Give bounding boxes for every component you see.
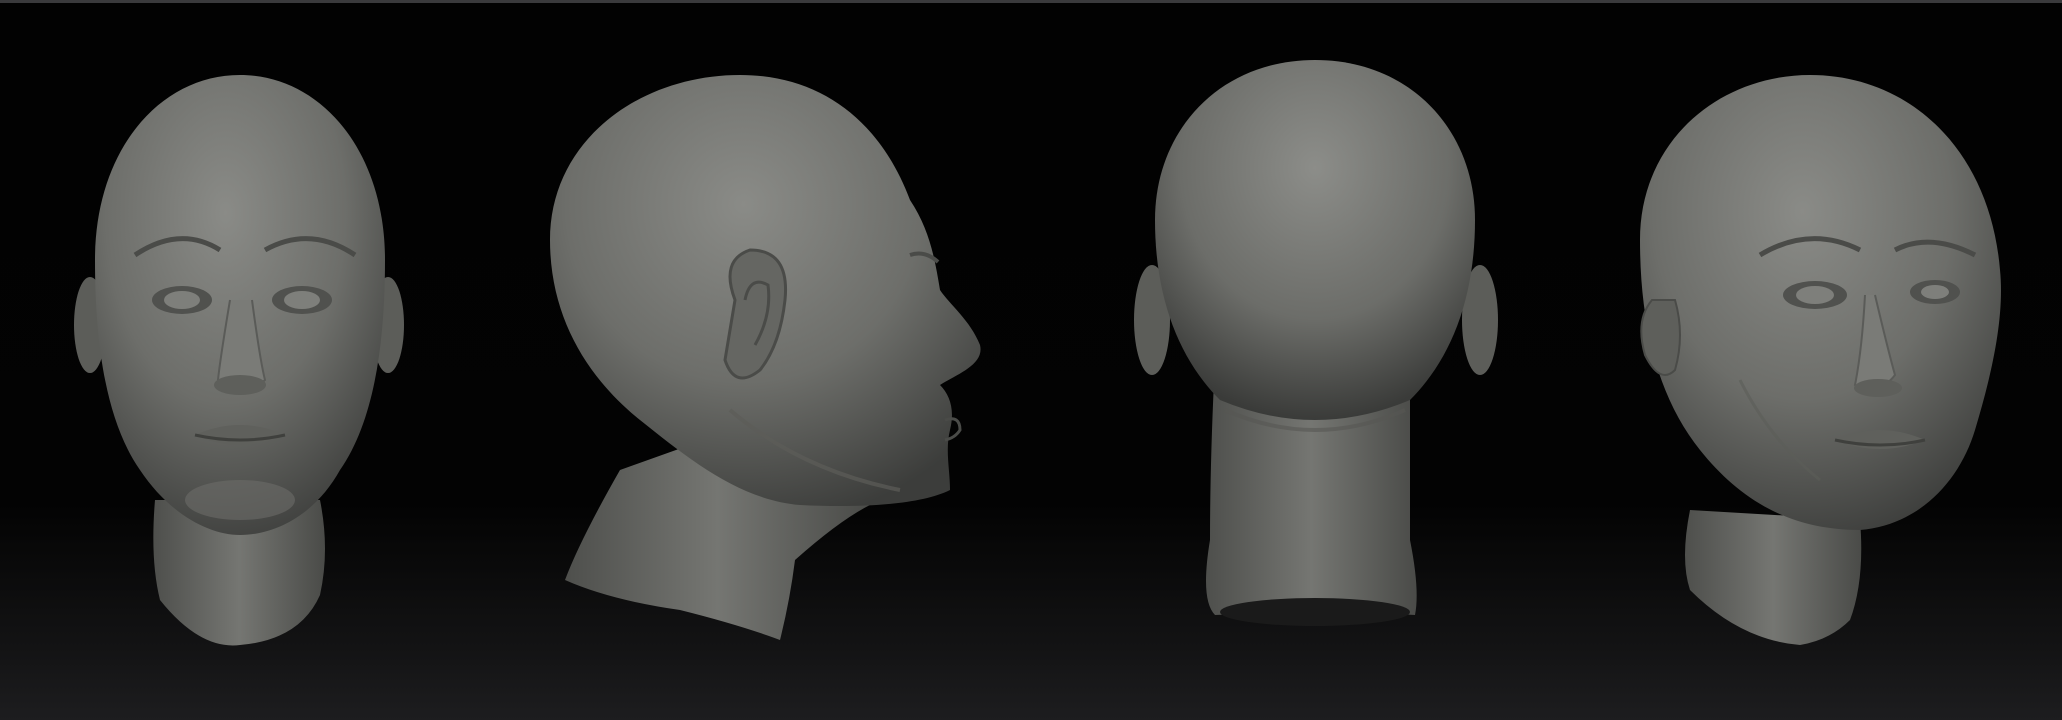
head-front-view[interactable] xyxy=(70,0,410,720)
viewport-canvas[interactable] xyxy=(0,0,2062,720)
head-back-view[interactable] xyxy=(1130,0,1500,720)
head-three-quarter-view[interactable] xyxy=(1630,0,2020,720)
head-profile-view[interactable] xyxy=(540,0,1000,720)
